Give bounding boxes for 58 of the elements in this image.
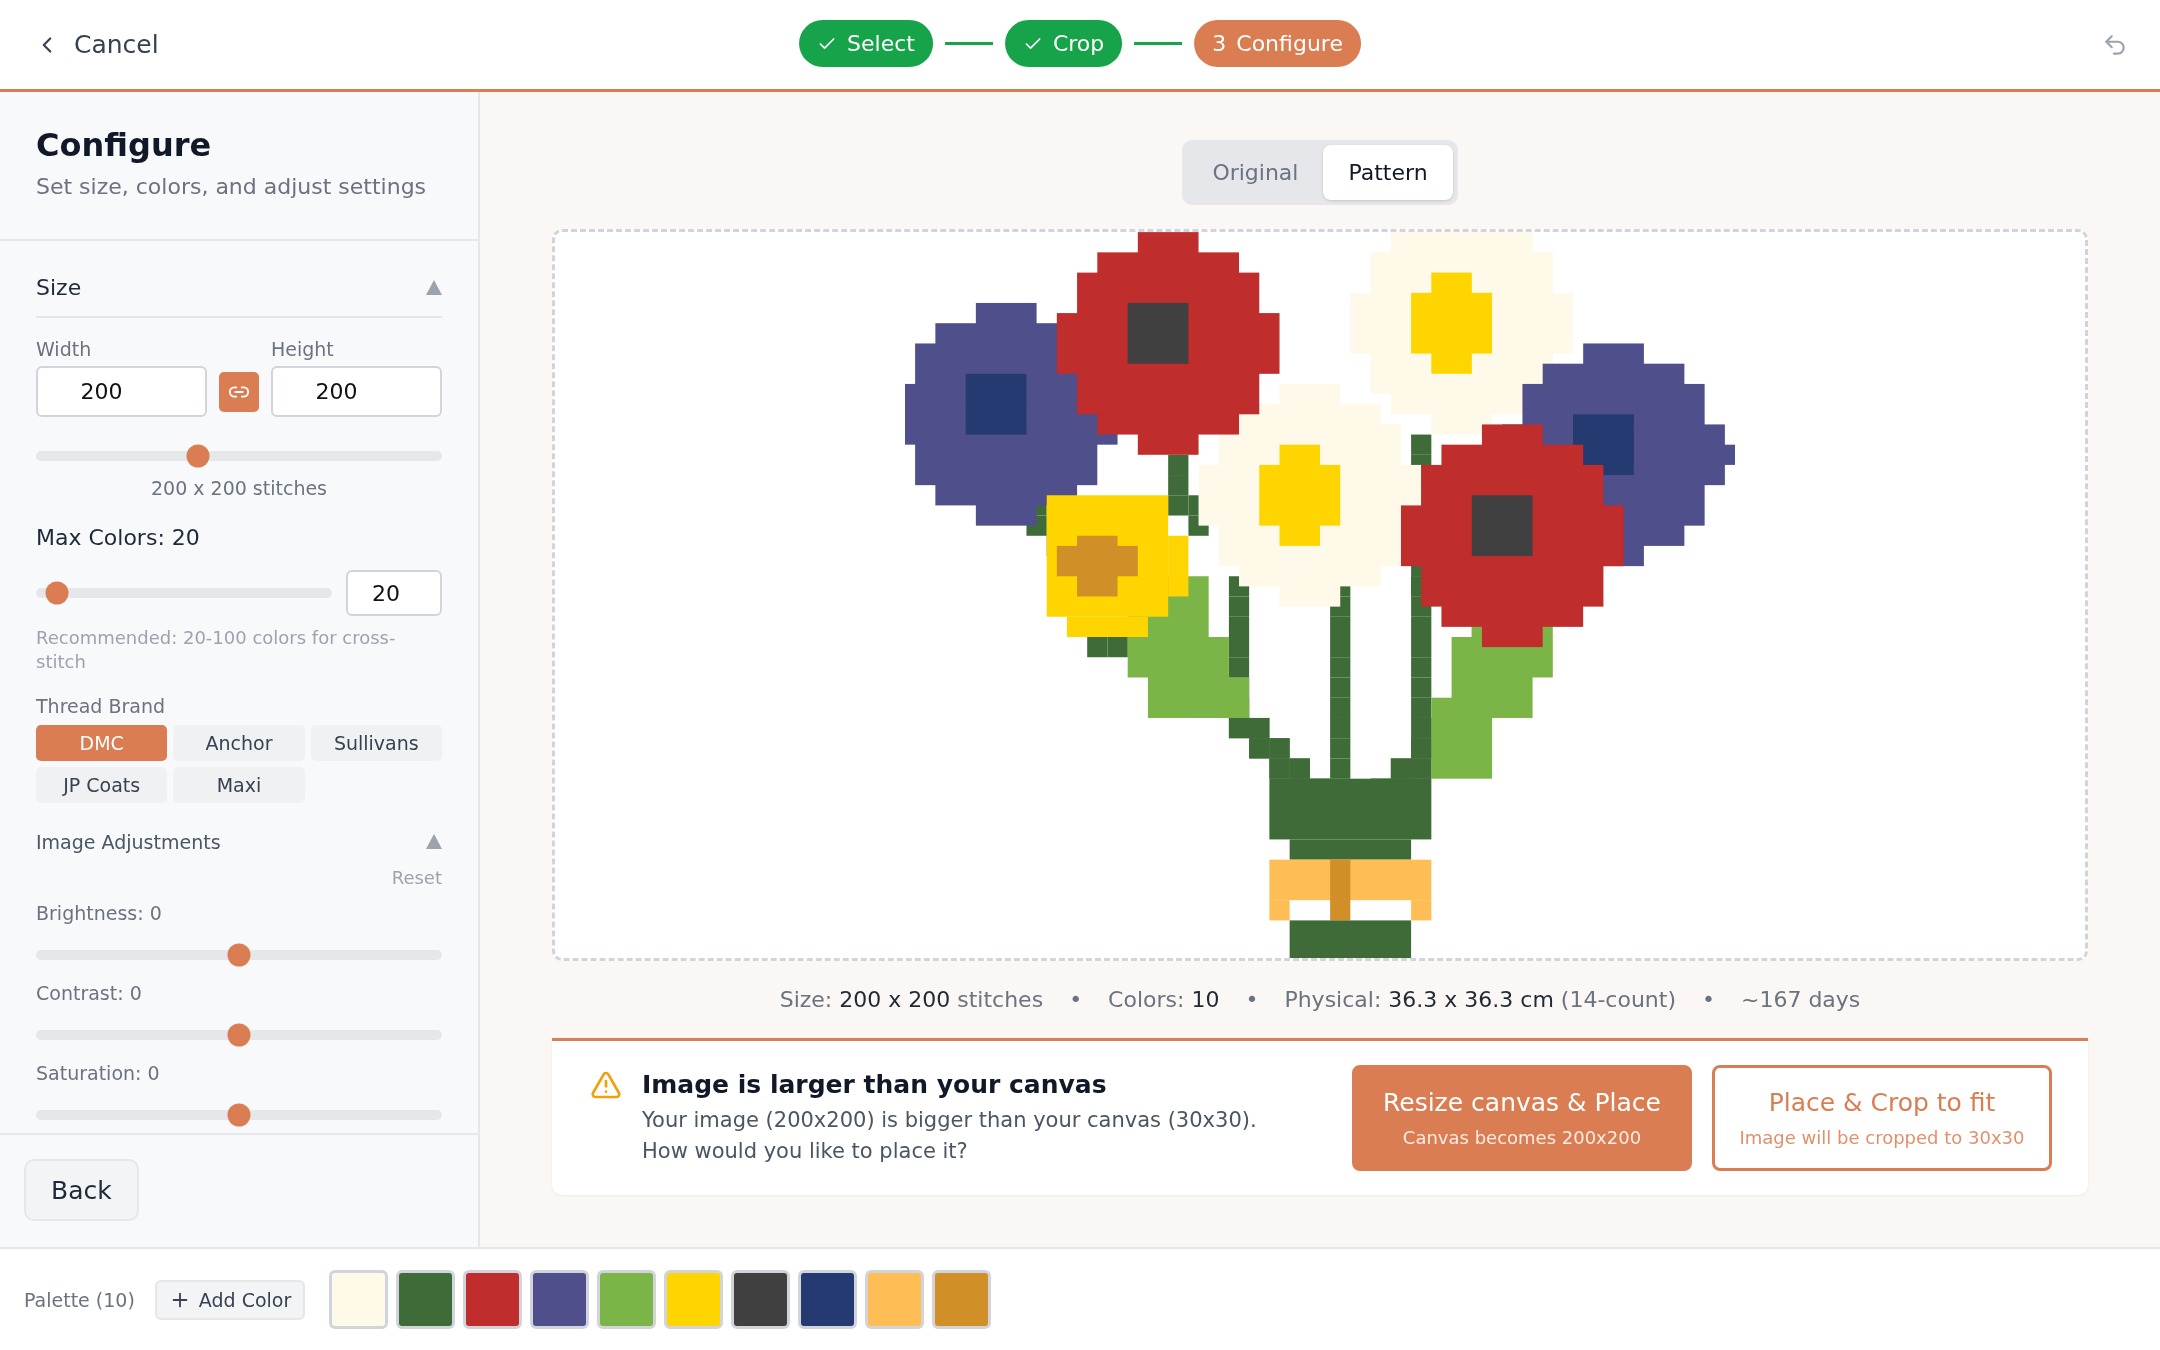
brand-option[interactable]: JP Coats	[36, 766, 168, 803]
height-input[interactable]: 200	[271, 366, 442, 417]
warning-message: Your image (200x200) is bigger than your canvas (30x30). How would you like to place it?	[642, 1107, 1258, 1165]
color-swatch[interactable]	[865, 1270, 925, 1329]
slider-thumb[interactable]	[227, 943, 251, 967]
step-label: Configure	[1236, 31, 1343, 56]
add-color-button[interactable]: Add Color	[154, 1279, 306, 1320]
panel-title: Configure	[36, 126, 213, 164]
field-label: Width	[36, 338, 93, 360]
panel-subtitle: Set size, colors, and adjust settings	[36, 174, 428, 199]
view-tab[interactable]: Pattern	[1323, 145, 1453, 200]
width-input[interactable]: 200	[36, 366, 207, 417]
step-number: 3	[1212, 31, 1227, 56]
brand-option[interactable]: Maxi	[173, 766, 305, 803]
link-toggle-button[interactable]	[219, 371, 259, 412]
slider-thumb[interactable]	[45, 581, 69, 605]
separator-dot: •	[1702, 987, 1715, 1012]
collapse-caret-icon[interactable]	[426, 280, 442, 295]
collapse-caret-icon[interactable]	[426, 834, 442, 850]
color-swatch[interactable]	[664, 1270, 724, 1329]
color-swatch[interactable]	[932, 1270, 992, 1329]
stat-text: Size: 200 x 200 stitches	[779, 987, 1044, 1012]
stat-text: ~167 days	[1740, 987, 1861, 1012]
color-swatch[interactable]	[329, 1270, 389, 1329]
color-swatch[interactable]	[597, 1270, 657, 1329]
recommendation-hint: Recommended: 20-100 colors for cross-stitch	[36, 626, 397, 675]
back-button[interactable]: Back	[24, 1159, 139, 1221]
cancel-button[interactable]: Cancel	[28, 24, 165, 65]
color-swatch[interactable]	[463, 1270, 523, 1329]
view-tab[interactable]: Original	[1187, 145, 1324, 200]
step-label: Crop	[1052, 31, 1105, 56]
warning-icon	[590, 1069, 622, 1101]
slider-thumb[interactable]	[186, 444, 210, 468]
section-heading: Size	[36, 275, 82, 300]
stat-text: Colors: 10	[1108, 987, 1220, 1012]
size-caption: 200 x 200 stitches	[149, 477, 328, 499]
field-label: Height	[271, 338, 335, 360]
step-label: Select	[847, 31, 915, 56]
max-colors-input[interactable]: 20	[346, 570, 442, 616]
separator-dot: •	[1245, 987, 1259, 1012]
adjustment-label: Brightness: 0	[36, 901, 163, 924]
adjustment-label: Contrast: 0	[36, 981, 143, 1004]
color-swatch[interactable]	[530, 1270, 590, 1329]
color-swatch[interactable]	[396, 1270, 456, 1329]
color-swatch[interactable]	[798, 1270, 858, 1329]
adjustment-label: Saturation: 0	[36, 1061, 161, 1084]
max-colors-label: Max Colors: 20	[36, 525, 201, 550]
color-swatch[interactable]	[731, 1270, 791, 1329]
separator-dot: •	[1069, 987, 1083, 1012]
brand-option[interactable]: Anchor	[173, 724, 305, 761]
warning-title: Image is larger than your canvas	[642, 1070, 1108, 1100]
palette-label: Palette (10)	[24, 1288, 135, 1311]
slider-thumb[interactable]	[227, 1103, 251, 1127]
slider-thumb[interactable]	[227, 1023, 251, 1047]
stat-text: Physical: 36.3 x 36.3 cm (14-count)	[1284, 987, 1676, 1012]
section-heading: Image Adjustments	[36, 830, 221, 853]
thread-brand-label: Thread Brand	[36, 694, 167, 717]
brand-option[interactable]: Sullivans	[310, 724, 442, 761]
